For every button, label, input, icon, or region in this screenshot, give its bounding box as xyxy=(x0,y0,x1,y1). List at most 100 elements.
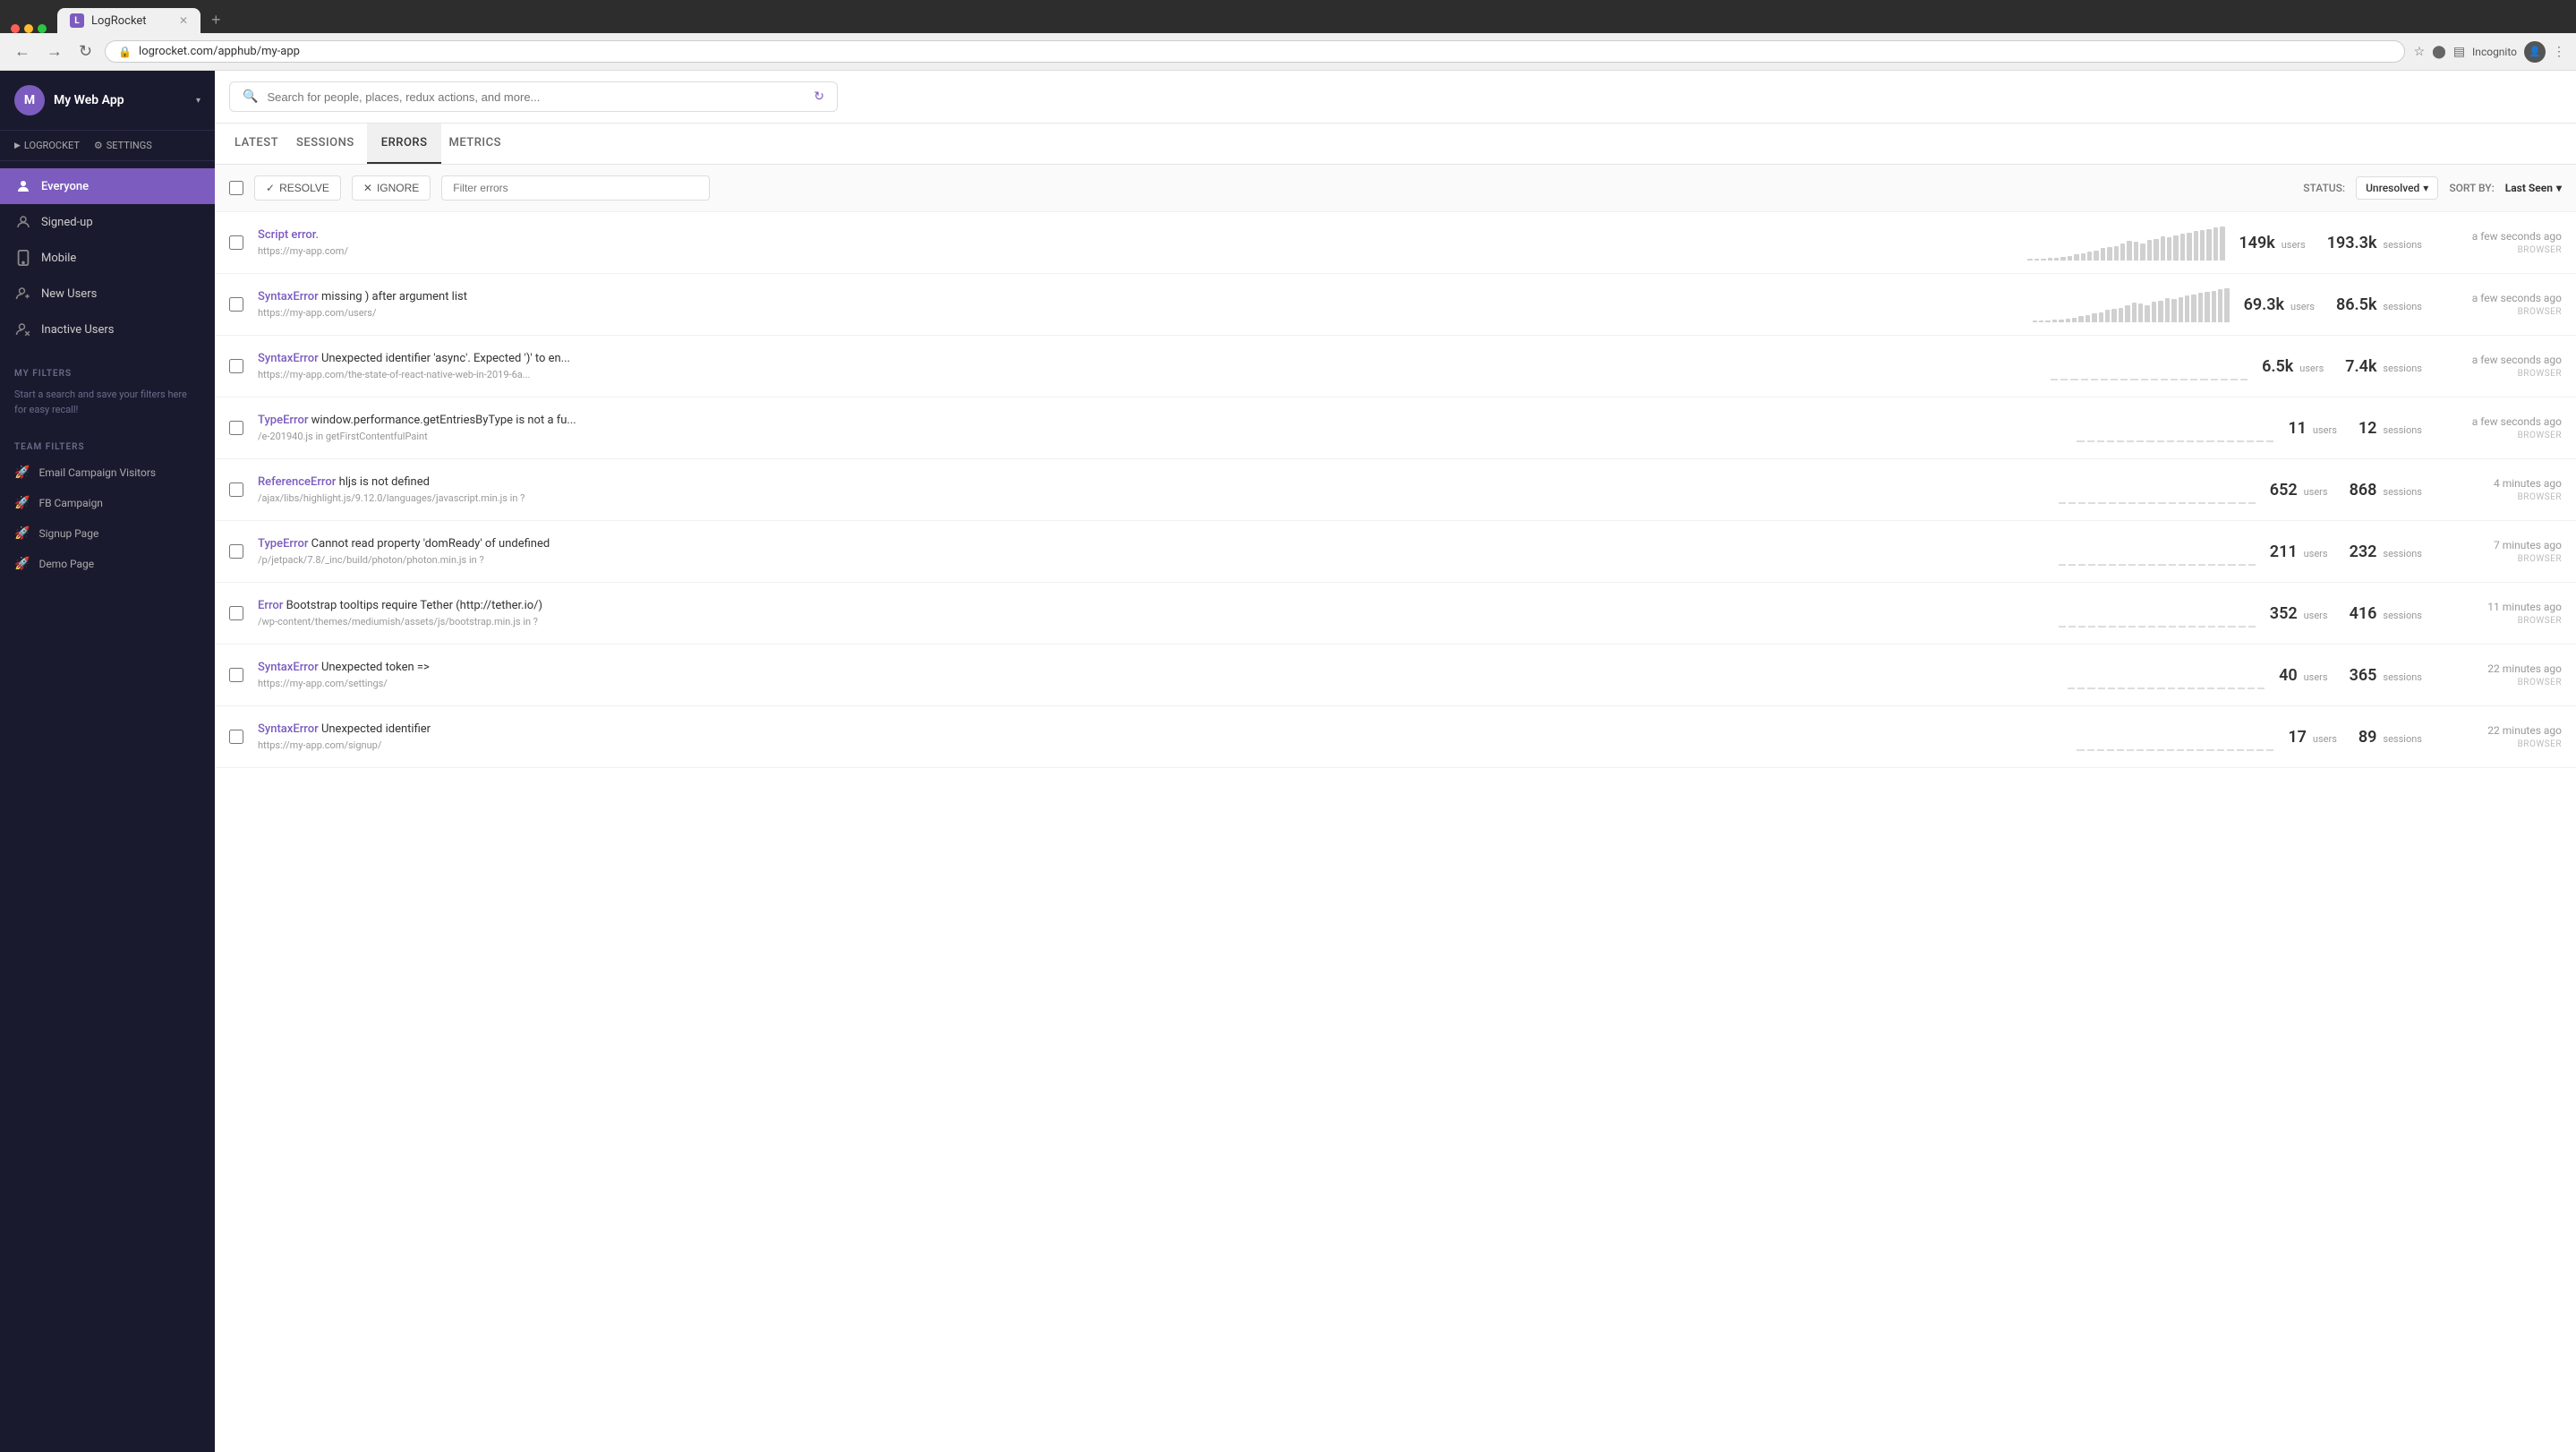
error-checkbox[interactable] xyxy=(229,359,243,373)
dashed-line xyxy=(2068,688,2075,689)
sidebar-item-everyone[interactable]: Everyone xyxy=(0,168,215,204)
dashed-line xyxy=(2211,379,2218,380)
tab-errors[interactable]: ERRORS xyxy=(367,124,442,164)
error-checkbox[interactable] xyxy=(229,483,243,497)
maximize-button[interactable] xyxy=(38,24,47,33)
users-count: 17 xyxy=(2288,728,2307,747)
dashed-line xyxy=(2179,564,2186,566)
close-button[interactable] xyxy=(11,24,20,33)
tab-sessions[interactable]: SESSIONS xyxy=(291,124,360,164)
back-button[interactable]: ← xyxy=(11,40,34,63)
error-checkbox[interactable] xyxy=(229,606,243,620)
error-title: Script error. xyxy=(258,228,2013,242)
star-icon[interactable]: ☆ xyxy=(2414,45,2426,59)
user-icon[interactable]: 👤 xyxy=(2524,41,2546,63)
dashed-line xyxy=(2148,626,2155,628)
error-checkbox[interactable] xyxy=(229,297,243,312)
tab-latest[interactable]: LATEST xyxy=(229,124,284,164)
reload-button[interactable]: ↻ xyxy=(75,40,96,63)
dashed-line xyxy=(2138,502,2145,504)
team-filter-email-campaign[interactable]: 🚀 Email Campaign Visitors xyxy=(0,457,215,488)
tab-close-icon[interactable]: ✕ xyxy=(179,14,188,27)
error-meta: a few seconds ago BROWSER xyxy=(2436,415,2562,440)
new-tab-button[interactable]: + xyxy=(204,7,228,33)
address-bar[interactable]: 🔒 logrocket.com/apphub/my-app xyxy=(105,40,2404,63)
status-select[interactable]: Unresolved ▾ xyxy=(2356,176,2438,200)
dashed-line xyxy=(2091,379,2098,380)
chart-bar xyxy=(2205,292,2209,322)
error-checkbox[interactable] xyxy=(229,421,243,435)
team-filter-fb-campaign[interactable]: 🚀 FB Campaign xyxy=(0,488,215,518)
error-checkbox[interactable] xyxy=(229,235,243,250)
app-avatar: M xyxy=(14,85,45,115)
chart-bar xyxy=(2154,239,2158,261)
chart-bar xyxy=(2074,254,2078,261)
sessions-count: 416 xyxy=(2350,604,2377,623)
rocket-icon-3: 🚀 xyxy=(14,557,30,571)
dashed-line xyxy=(2109,564,2116,566)
browser-toolbar: ← → ↻ 🔒 logrocket.com/apphub/my-app ☆ ⬤ … xyxy=(0,33,2576,71)
app-header[interactable]: M My Web App ▾ xyxy=(0,71,215,131)
sidebar-item-mobile[interactable]: Mobile xyxy=(0,240,215,276)
dashed-line xyxy=(2198,502,2205,504)
error-checkbox[interactable] xyxy=(229,730,243,744)
error-checkbox[interactable] xyxy=(229,544,243,559)
sort-value: Last Seen xyxy=(2505,182,2553,194)
refresh-icon[interactable]: ↻ xyxy=(814,90,824,104)
dashed-line xyxy=(2178,688,2185,689)
dashed-line xyxy=(2060,379,2068,380)
error-info: TypeError Cannot read property 'domReady… xyxy=(258,537,2044,566)
dashed-line xyxy=(2127,440,2134,442)
chart-bar xyxy=(2147,240,2152,261)
logrocket-nav-link[interactable]: ▶ LOGROCKET xyxy=(14,140,80,151)
menu-icon[interactable]: ⋮ xyxy=(2553,45,2565,59)
ignore-button[interactable]: ✕ IGNORE xyxy=(352,175,431,201)
status-chevron-icon: ▾ xyxy=(2423,182,2428,194)
error-path: https://my-app.com/the-state-of-react-na… xyxy=(258,369,2036,380)
select-all-checkbox[interactable] xyxy=(229,181,243,195)
error-path: /wp-content/themes/mediumish/assets/js/b… xyxy=(258,616,2044,628)
chart-bar xyxy=(2107,247,2111,261)
team-filter-label-3: Demo Page xyxy=(38,558,94,570)
error-checkbox[interactable] xyxy=(229,668,243,682)
settings-nav-link[interactable]: ⚙ SETTINGS xyxy=(94,140,152,151)
filter-input[interactable] xyxy=(441,175,710,201)
dashed-line xyxy=(2098,502,2105,504)
error-meta: 22 minutes ago BROWSER xyxy=(2436,662,2562,688)
dashed-line xyxy=(2238,688,2245,689)
dashed-line xyxy=(2077,440,2084,442)
error-meta: 11 minutes ago BROWSER xyxy=(2436,601,2562,626)
sessions-stat: 193.3k sessions xyxy=(2327,234,2422,252)
dashed-line xyxy=(2247,440,2254,442)
error-path: https://my-app.com/ xyxy=(258,245,2013,257)
toolbar-actions: ☆ ⬤ ▤ Incognito 👤 ⋮ xyxy=(2414,41,2565,63)
error-source: BROWSER xyxy=(2436,492,2562,502)
dashed-line xyxy=(2256,749,2264,751)
users-stat: 11 users xyxy=(2288,419,2337,438)
sidebar-item-signed-up[interactable]: Signed-up xyxy=(0,204,215,240)
forward-button[interactable]: → xyxy=(43,40,66,63)
chart-bar xyxy=(2132,303,2137,322)
sidebar: M My Web App ▾ ▶ LOGROCKET ⚙ SETTINGS Ev… xyxy=(0,71,215,1452)
team-filter-demo-page[interactable]: 🚀 Demo Page xyxy=(0,549,215,579)
sidebar-item-inactive-users[interactable]: Inactive Users xyxy=(0,312,215,347)
chart-bar xyxy=(2120,243,2125,261)
dashed-line xyxy=(2257,688,2265,689)
chart-bar xyxy=(2105,310,2110,322)
dashed-line xyxy=(2208,502,2215,504)
resolve-button[interactable]: ✓ RESOLVE xyxy=(254,175,341,201)
dashed-line xyxy=(2098,626,2105,628)
check-icon: ✓ xyxy=(266,182,275,194)
users-label: users xyxy=(2304,486,2328,498)
sort-select[interactable]: Last Seen ▾ xyxy=(2505,182,2562,194)
dashed-line xyxy=(2137,749,2144,751)
error-info: SyntaxError Unexpected identifier https:… xyxy=(258,722,2062,751)
tab-metrics[interactable]: METRICS xyxy=(443,124,506,164)
search-input[interactable] xyxy=(267,90,805,104)
sidebar-item-new-users[interactable]: New Users xyxy=(0,276,215,312)
minimize-button[interactable] xyxy=(24,24,33,33)
dashed-line xyxy=(2077,688,2085,689)
error-type: SyntaxError xyxy=(258,661,319,674)
active-tab[interactable]: L LogRocket ✕ xyxy=(57,8,200,33)
team-filter-signup-page[interactable]: 🚀 Signup Page xyxy=(0,518,215,549)
